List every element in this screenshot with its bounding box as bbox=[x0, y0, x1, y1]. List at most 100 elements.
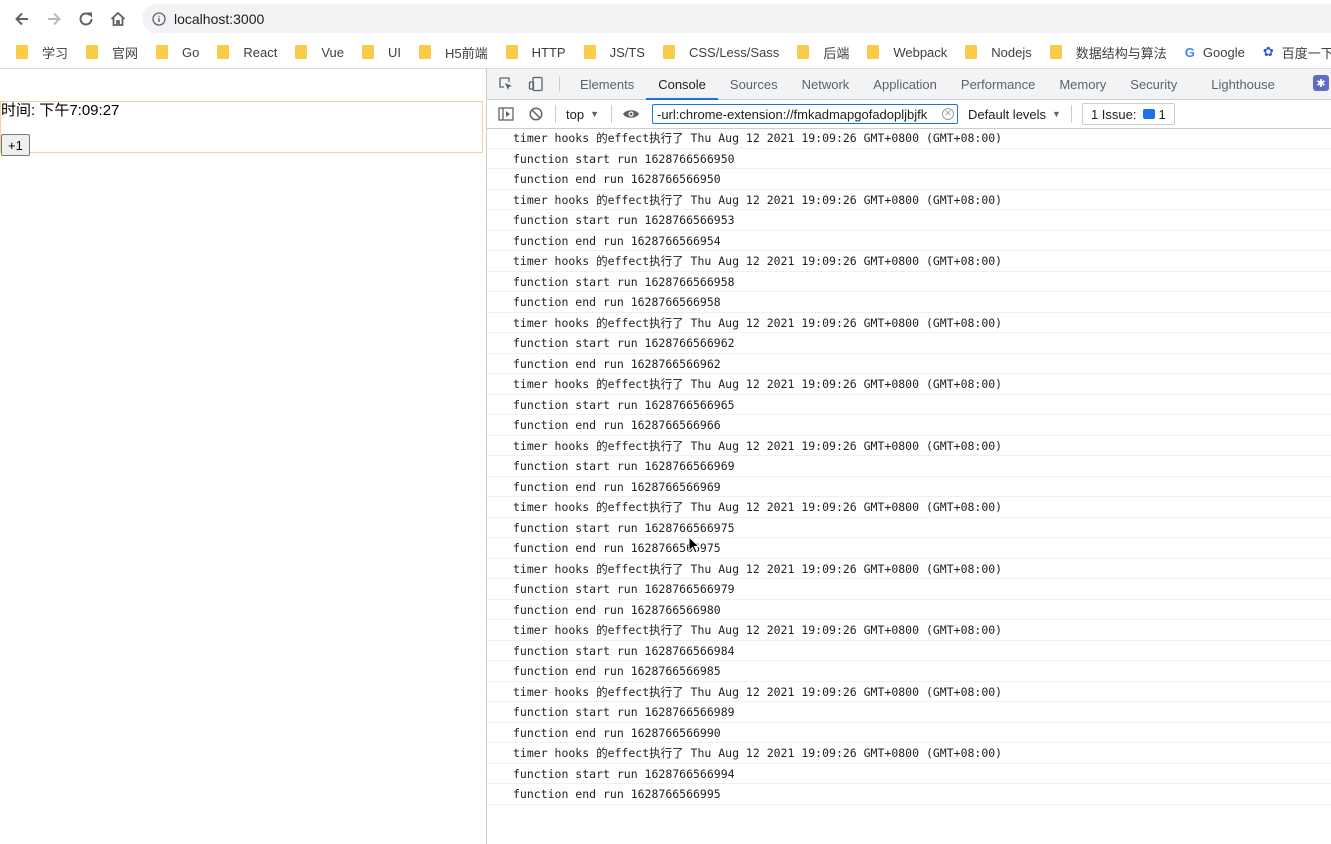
console-message: timer hooks 的effect执行了 Thu Aug 12 2021 1… bbox=[487, 743, 1331, 764]
console-message: timer hooks 的effect执行了 Thu Aug 12 2021 1… bbox=[487, 128, 1331, 149]
folder-icon bbox=[86, 45, 99, 59]
devtools-panel: Elements Console Sources Network Applica… bbox=[486, 69, 1331, 844]
tab-sources[interactable]: Sources bbox=[718, 69, 790, 99]
bookmark-folder[interactable]: 数据结构与算法 bbox=[1040, 38, 1175, 66]
console-message: function end run 1628766566962 bbox=[487, 354, 1331, 374]
tab-console[interactable]: Console bbox=[646, 69, 718, 100]
issues-button[interactable]: 1 Issue: 1 bbox=[1081, 103, 1175, 125]
console-message: function start run 1628766566958 bbox=[487, 272, 1331, 292]
console-message: function end run 1628766566975 bbox=[487, 538, 1331, 559]
sidebar-toggle-button[interactable] bbox=[491, 100, 521, 128]
console-message: timer hooks 的effect执行了 Thu Aug 12 2021 1… bbox=[487, 251, 1331, 272]
toolbar-separator bbox=[611, 105, 612, 123]
console-message: function start run 1628766566989 bbox=[487, 702, 1331, 723]
tab-performance[interactable]: Performance bbox=[949, 69, 1047, 99]
arrow-right-icon bbox=[48, 12, 61, 25]
bookmark-folder[interactable]: Vue bbox=[285, 38, 352, 66]
bookmark-google[interactable]: G Google bbox=[1175, 38, 1253, 66]
console-messages: timer hooks 的effect执行了 Thu Aug 12 2021 1… bbox=[487, 128, 1331, 844]
bookmark-folder[interactable]: React bbox=[207, 38, 285, 66]
folder-icon bbox=[217, 45, 230, 59]
console-message: function start run 1628766566975 bbox=[487, 518, 1331, 538]
console-message: function end run 1628766566980 bbox=[487, 600, 1331, 620]
console-message: function end run 1628766566985 bbox=[487, 661, 1331, 682]
console-message: function start run 1628766566950 bbox=[487, 149, 1331, 169]
arrow-left-icon bbox=[15, 12, 28, 25]
bookmark-baidu[interactable]: ✿百度一下，你就知道 bbox=[1253, 38, 1331, 66]
url-text[interactable]: localhost:3000 bbox=[174, 11, 264, 27]
folder-icon bbox=[362, 45, 374, 59]
console-message: function start run 1628766566965 bbox=[487, 395, 1331, 415]
folder-icon bbox=[505, 45, 518, 59]
bookmark-folder[interactable]: JS/TS bbox=[574, 38, 653, 66]
bookmark-folder[interactable]: CSS/Less/Sass bbox=[653, 38, 787, 66]
inspect-icon bbox=[499, 77, 512, 90]
tab-security[interactable]: Security bbox=[1118, 69, 1189, 99]
console-message: function end run 1628766566950 bbox=[487, 169, 1331, 190]
chevron-down-icon: ▼ bbox=[1052, 109, 1061, 119]
folder-icon bbox=[583, 45, 596, 59]
folder-icon bbox=[419, 45, 431, 59]
bookmark-folder[interactable]: Go bbox=[146, 38, 207, 66]
device-toolbar-button[interactable] bbox=[521, 69, 551, 99]
live-expression-button[interactable] bbox=[616, 100, 646, 128]
home-button[interactable] bbox=[102, 3, 134, 35]
extension-icon[interactable]: ✱ bbox=[1313, 75, 1329, 91]
page-viewport: 时间: 下午7:09:27 +1 bbox=[0, 69, 486, 844]
tab-lighthouse[interactable]: Lighthouse bbox=[1189, 69, 1287, 99]
back-button[interactable] bbox=[6, 3, 38, 35]
tab-memory[interactable]: Memory bbox=[1047, 69, 1118, 99]
device-icon bbox=[528, 76, 543, 92]
time-text: 时间: 下午7:09:27 bbox=[1, 102, 120, 119]
bookmark-folder[interactable]: 后端 bbox=[787, 38, 857, 66]
console-toolbar: top ▼ -url:chrome-extension://fmkadmapgo… bbox=[487, 100, 1331, 129]
devtools-tabbar: Elements Console Sources Network Applica… bbox=[487, 69, 1331, 100]
console-message: timer hooks 的effect执行了 Thu Aug 12 2021 1… bbox=[487, 374, 1331, 395]
console-message: function end run 1628766566995 bbox=[487, 784, 1331, 805]
folder-icon bbox=[1049, 45, 1062, 59]
bookmark-folder[interactable]: Nodejs bbox=[955, 38, 1039, 66]
tab-application[interactable]: Application bbox=[861, 69, 949, 99]
home-icon bbox=[110, 11, 126, 26]
console-message: function start run 1628766566979 bbox=[487, 579, 1331, 600]
console-message: timer hooks 的effect执行了 Thu Aug 12 2021 1… bbox=[487, 190, 1331, 210]
info-icon[interactable] bbox=[152, 11, 166, 26]
reload-button[interactable] bbox=[70, 3, 102, 35]
console-message: function end run 1628766566954 bbox=[487, 231, 1331, 251]
bookmark-folder[interactable]: HTTP bbox=[496, 38, 574, 66]
console-message: function start run 1628766566969 bbox=[487, 456, 1331, 477]
chevron-down-icon: ▼ bbox=[590, 109, 599, 119]
clear-console-button[interactable] bbox=[521, 100, 551, 128]
context-selector[interactable]: top ▼ bbox=[566, 107, 599, 122]
bookmarks-bar: 学习 官网 Go React Vue UI H5前端 HTTP JS/TS CS… bbox=[0, 37, 1331, 67]
console-message: function end run 1628766566969 bbox=[487, 477, 1331, 497]
console-message: timer hooks 的effect执行了 Thu Aug 12 2021 1… bbox=[487, 313, 1331, 333]
bookmark-folder[interactable]: UI bbox=[352, 38, 409, 66]
clear-filter-icon[interactable]: ✕ bbox=[942, 108, 954, 120]
bookmark-folder[interactable]: 官网 bbox=[76, 38, 146, 66]
tab-elements[interactable]: Elements bbox=[568, 69, 646, 99]
console-filter-input[interactable]: -url:chrome-extension://fmkadmapgofadopl… bbox=[652, 104, 958, 124]
folder-icon bbox=[797, 45, 810, 59]
log-levels-dropdown[interactable]: Default levels ▼ bbox=[968, 107, 1061, 122]
console-message: function start run 1628766566953 bbox=[487, 210, 1331, 231]
bookmark-folder[interactable]: H5前端 bbox=[409, 38, 496, 66]
folder-icon bbox=[867, 45, 880, 59]
folder-icon bbox=[156, 45, 169, 59]
address-bar[interactable]: localhost:3000 bbox=[142, 4, 1331, 33]
console-message: timer hooks 的effect执行了 Thu Aug 12 2021 1… bbox=[487, 682, 1331, 702]
console-message: function end run 1628766566966 bbox=[487, 415, 1331, 436]
issue-message-icon bbox=[1142, 109, 1155, 119]
tab-network[interactable]: Network bbox=[790, 69, 862, 99]
bookmark-folder[interactable]: 学习 bbox=[0, 38, 76, 66]
bookmark-folder[interactable]: Webpack bbox=[857, 38, 955, 66]
console-message: timer hooks 的effect执行了 Thu Aug 12 2021 1… bbox=[487, 620, 1331, 641]
console-message: function start run 1628766566994 bbox=[487, 764, 1331, 784]
console-message: function end run 1628766566990 bbox=[487, 723, 1331, 743]
forward-button[interactable] bbox=[38, 3, 70, 35]
google-icon: G bbox=[1184, 44, 1195, 60]
inspect-element-button[interactable] bbox=[491, 69, 521, 99]
increment-button[interactable]: +1 bbox=[1, 134, 30, 156]
block-icon bbox=[529, 107, 543, 121]
toolbar-separator bbox=[555, 105, 556, 123]
